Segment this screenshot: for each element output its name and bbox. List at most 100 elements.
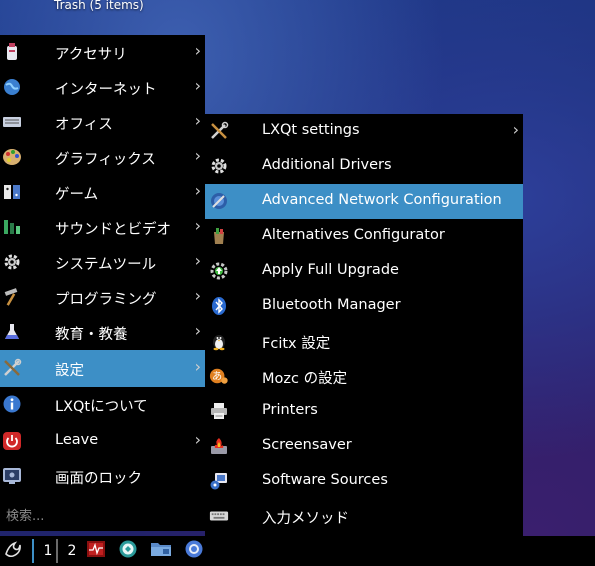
printer-icon	[209, 400, 229, 422]
menu-item-label: Leave	[55, 432, 99, 448]
menu-item-education[interactable]: 教育・教養 ›	[0, 315, 205, 350]
menu-item-label: プログラミング	[55, 292, 157, 308]
workspace-1-button[interactable]: 1	[32, 539, 57, 563]
menu-item-label: 設定	[55, 363, 84, 379]
submenu-item-label: Advanced Network Configuration	[262, 192, 502, 208]
taskbar: 1 2	[0, 536, 595, 566]
workspace-2-button[interactable]: 2	[56, 539, 81, 563]
chevron-right-icon: ›	[194, 181, 201, 200]
multimedia-icon	[2, 216, 22, 238]
browser-launcher[interactable]	[116, 539, 140, 563]
menu-item-label: オフィス	[55, 117, 113, 133]
menu-item-lock-screen[interactable]: 画面のロック	[0, 459, 205, 494]
network-icon	[209, 190, 229, 212]
menu-item-graphics[interactable]: グラフィックス ›	[0, 140, 205, 175]
keyboard-icon	[209, 505, 229, 527]
palette-icon	[2, 146, 22, 168]
menu-item-internet[interactable]: インターネット ›	[0, 70, 205, 105]
power-icon	[2, 430, 22, 452]
submenu-item-input-method[interactable]: 入力メソッド	[205, 499, 523, 534]
chevron-right-icon: ›	[194, 430, 201, 449]
menu-item-accessories[interactable]: アクセサリ ›	[0, 35, 205, 70]
submenu-item-printers[interactable]: Printers	[205, 394, 523, 429]
office-icon	[2, 111, 22, 133]
menu-item-programming[interactable]: プログラミング ›	[0, 280, 205, 315]
submenu-item-label: Alternatives Configurator	[262, 227, 445, 243]
chevron-right-icon: ›	[194, 146, 201, 165]
lxqt-logo-icon	[3, 539, 23, 563]
submenu-item-label: Bluetooth Manager	[262, 297, 401, 313]
games-icon	[2, 181, 22, 203]
submenu-item-label: LXQt settings	[262, 122, 360, 138]
chevron-right-icon: ›	[194, 321, 201, 340]
submenu-item-label: Screensaver	[262, 437, 352, 453]
submenu-item-lxqt-settings[interactable]: LXQt settings ›	[205, 114, 523, 149]
menu-item-office[interactable]: オフィス ›	[0, 105, 205, 140]
task-manager-launcher[interactable]	[84, 539, 108, 563]
submenu-item-label: 入力メソッド	[262, 511, 349, 527]
menu-item-label: サウンドとビデオ	[55, 222, 171, 238]
chevron-right-icon: ›	[194, 357, 201, 376]
menu-item-about-lxqt[interactable]: LXQtについて	[0, 387, 205, 422]
penguin-icon	[209, 330, 229, 352]
submenu-item-label: Printers	[262, 402, 318, 418]
file-manager-launcher[interactable]	[148, 539, 174, 563]
settings-submenu: LXQt settings › Additional Drivers Advan…	[205, 114, 523, 536]
menu-item-label: グラフィックス	[55, 152, 156, 168]
chevron-right-icon: ›	[194, 76, 201, 95]
chevron-right-icon: ›	[194, 41, 201, 60]
submenu-item-screensaver[interactable]: Screensaver	[205, 429, 523, 464]
menu-item-sound-video[interactable]: サウンドとビデオ ›	[0, 210, 205, 245]
menu-item-label: システムツール	[55, 257, 157, 273]
file-manager-icon	[150, 540, 172, 562]
submenu-item-label: Mozc の設定	[262, 371, 348, 387]
gear-icon	[209, 155, 229, 177]
submenu-item-mozc-settings[interactable]: あ Mozc の設定	[205, 359, 523, 394]
menu-item-games[interactable]: ゲーム ›	[0, 175, 205, 210]
menu-item-label: インターネット	[55, 82, 157, 98]
globe-icon	[2, 76, 22, 98]
mozc-icon: あ	[209, 365, 229, 387]
submenu-item-label: Fcitx 設定	[262, 336, 331, 352]
submenu-item-additional-drivers[interactable]: Additional Drivers	[205, 149, 523, 184]
submenu-item-advanced-network-configuration[interactable]: Advanced Network Configuration	[205, 184, 523, 219]
chromium-launcher[interactable]	[182, 539, 206, 563]
alternatives-icon	[209, 225, 229, 247]
chevron-right-icon: ›	[512, 120, 519, 139]
menu-item-label: ゲーム	[55, 187, 99, 203]
submenu-item-label: Software Sources	[262, 472, 388, 488]
chevron-right-icon: ›	[194, 216, 201, 235]
chromium-icon	[184, 539, 204, 563]
chevron-right-icon: ›	[194, 286, 201, 305]
chevron-right-icon: ›	[194, 111, 201, 130]
menu-item-label: 教育・教養	[55, 327, 128, 343]
submenu-item-bluetooth-manager[interactable]: Bluetooth Manager	[205, 289, 523, 324]
screensaver-icon	[209, 435, 229, 457]
submenu-item-apply-full-upgrade[interactable]: Apply Full Upgrade	[205, 254, 523, 289]
menu-item-label: アクセサリ	[55, 47, 127, 63]
menu-item-settings[interactable]: 設定 ›	[0, 350, 205, 387]
task-manager-icon	[86, 540, 106, 562]
submenu-item-label: Apply Full Upgrade	[262, 262, 399, 278]
main-menu-button[interactable]	[2, 539, 24, 563]
gear-icon	[2, 251, 22, 273]
svg-text:あ: あ	[212, 371, 222, 383]
lock-screen-icon	[2, 465, 22, 487]
workspace-label: 1	[43, 543, 53, 559]
trash-desktop-label[interactable]: Trash (5 items)	[54, 0, 144, 12]
browser-icon	[118, 539, 138, 563]
submenu-item-label: Additional Drivers	[262, 157, 392, 173]
submenu-item-software-sources[interactable]: Software Sources	[205, 464, 523, 499]
search-input[interactable]	[4, 506, 198, 526]
submenu-item-fcitx-settings[interactable]: Fcitx 設定	[205, 324, 523, 359]
workspace-label: 2	[67, 543, 77, 559]
chevron-right-icon: ›	[194, 251, 201, 270]
main-menu: アクセサリ › インターネット › オフィス › グラフィックス › ゲーム ›	[0, 35, 205, 531]
menu-item-system-tools[interactable]: システムツール ›	[0, 245, 205, 280]
menu-item-leave[interactable]: Leave ›	[0, 424, 205, 459]
info-icon	[2, 393, 22, 415]
settings-tools-icon	[2, 357, 22, 379]
menu-search-box	[0, 500, 205, 530]
accessories-icon	[2, 41, 22, 63]
submenu-item-alternatives-configurator[interactable]: Alternatives Configurator	[205, 219, 523, 254]
